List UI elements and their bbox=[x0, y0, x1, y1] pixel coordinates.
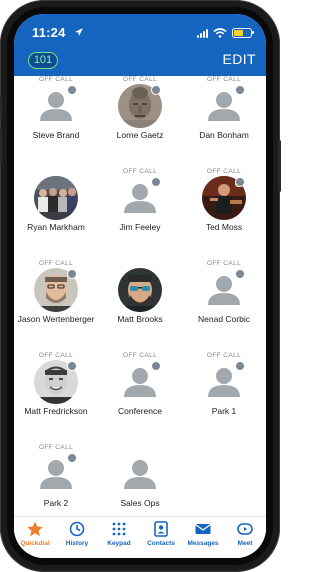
contact-tile[interactable]: Ryan Markham bbox=[14, 168, 98, 260]
battery-icon bbox=[232, 28, 254, 38]
avatar bbox=[34, 360, 78, 404]
contact-tile[interactable]: OFF CALL Conference bbox=[98, 352, 182, 444]
avatar bbox=[118, 360, 162, 404]
contact-tile[interactable]: OFF CALL Lorne Gaetz bbox=[98, 76, 182, 168]
tab-label: Quickdial bbox=[20, 540, 50, 547]
tab-bar: Quickdial History Keypad Contacts Messages Me… bbox=[14, 516, 266, 558]
avatar bbox=[202, 268, 246, 312]
avatar bbox=[34, 176, 78, 220]
off-call-status: OFF CALL bbox=[38, 76, 74, 83]
contact-tile[interactable]: OFF CALL Matt Fredrickson bbox=[14, 352, 98, 444]
clock-icon bbox=[56, 521, 98, 537]
avatar bbox=[118, 84, 162, 128]
tab-contacts[interactable]: Contacts bbox=[140, 521, 182, 555]
presence-dot-icon bbox=[67, 361, 77, 371]
avatar bbox=[118, 452, 162, 496]
video-camera-icon bbox=[224, 521, 266, 537]
contact-photo bbox=[118, 268, 162, 312]
avatar bbox=[118, 176, 162, 220]
avatar bbox=[34, 268, 78, 312]
presence-dot-icon bbox=[67, 453, 77, 463]
contact-tile[interactable]: OFF CALL Ted Moss bbox=[182, 168, 266, 260]
contact-name: Ryan Markham bbox=[27, 222, 85, 232]
avatar bbox=[34, 452, 78, 496]
screen: 11:24 101 EDIT OFF CALL Steve Brand OFF … bbox=[14, 14, 266, 558]
off-call-status: OFF CALL bbox=[38, 352, 74, 359]
contact-name: Lorne Gaetz bbox=[116, 130, 164, 140]
keypad-icon bbox=[98, 521, 140, 537]
contact-tile[interactable]: OFF CALL Jason Wertenberger bbox=[14, 260, 98, 352]
presence-dot-icon bbox=[151, 177, 161, 187]
count-badge[interactable]: 101 bbox=[28, 52, 58, 69]
tab-label: Meet bbox=[237, 540, 253, 547]
presence-dot-icon bbox=[151, 361, 161, 371]
off-call-status: OFF CALL bbox=[38, 444, 74, 451]
star-icon bbox=[14, 521, 56, 537]
presence-dot-icon bbox=[235, 85, 245, 95]
contact-name: Jim Feeley bbox=[119, 222, 161, 232]
avatar bbox=[202, 176, 246, 220]
off-call-status: OFF CALL bbox=[122, 76, 158, 83]
contact-photo bbox=[34, 176, 78, 220]
presence-dot-icon bbox=[67, 269, 77, 279]
edit-button[interactable]: EDIT bbox=[223, 51, 257, 67]
tab-meet[interactable]: Meet bbox=[224, 521, 266, 555]
presence-dot-icon bbox=[235, 269, 245, 279]
contact-tile[interactable]: OFF CALL Steve Brand bbox=[14, 76, 98, 168]
avatar bbox=[202, 84, 246, 128]
tab-history[interactable]: History bbox=[56, 521, 98, 555]
tab-label: History bbox=[65, 540, 89, 547]
tab-keypad[interactable]: Keypad bbox=[98, 521, 140, 555]
tab-quickdial[interactable]: Quickdial bbox=[14, 521, 56, 555]
side-button bbox=[0, 96, 2, 118]
contact-tile[interactable]: Matt Brooks bbox=[98, 260, 182, 352]
contact-tile[interactable]: OFF CALL Jim Feeley bbox=[98, 168, 182, 260]
contact-name: Sales Ops bbox=[120, 498, 160, 508]
contact-name: Ted Moss bbox=[205, 222, 243, 232]
side-button bbox=[278, 140, 281, 192]
contact-name: Park 1 bbox=[211, 406, 237, 416]
person-placeholder-icon bbox=[118, 452, 162, 496]
avatar bbox=[34, 84, 78, 128]
side-button bbox=[0, 128, 2, 164]
contact-name: Nenad Corbic bbox=[198, 314, 250, 324]
tab-label: Contacts bbox=[147, 540, 175, 547]
tab-label: Messages bbox=[187, 540, 219, 547]
contact-tile[interactable]: OFF CALL Dan Bonham bbox=[182, 76, 266, 168]
presence-dot-icon bbox=[151, 85, 161, 95]
presence-dot-icon bbox=[235, 361, 245, 371]
tab-messages[interactable]: Messages bbox=[182, 521, 224, 555]
contact-name: Jason Wertenberger bbox=[17, 314, 95, 324]
presence-dot-icon bbox=[235, 177, 245, 187]
status-time: 11:24 bbox=[32, 25, 66, 40]
off-call-status: OFF CALL bbox=[206, 260, 242, 267]
contact-tile[interactable]: OFF CALL Nenad Corbic bbox=[182, 260, 266, 352]
tab-label: Keypad bbox=[107, 540, 131, 547]
contact-card-icon bbox=[140, 521, 182, 537]
off-call-status: OFF CALL bbox=[206, 168, 242, 175]
contact-tile[interactable]: OFF CALL Park 1 bbox=[182, 352, 266, 444]
avatar bbox=[202, 360, 246, 404]
contact-name: Matt Fredrickson bbox=[24, 406, 88, 416]
avatar bbox=[118, 268, 162, 312]
off-call-status: OFF CALL bbox=[206, 352, 242, 359]
signal-icon bbox=[197, 28, 208, 38]
contact-name: Dan Bonham bbox=[199, 130, 249, 140]
presence-dot-icon bbox=[67, 85, 77, 95]
contact-name: Matt Brooks bbox=[117, 314, 163, 324]
location-arrow-icon bbox=[75, 28, 83, 36]
phone-frame: 11:24 101 EDIT OFF CALL Steve Brand OFF … bbox=[0, 0, 281, 572]
off-call-status: OFF CALL bbox=[122, 352, 158, 359]
contact-name: Conference bbox=[118, 406, 162, 416]
off-call-status: OFF CALL bbox=[38, 260, 74, 267]
wifi-icon bbox=[213, 28, 227, 38]
quickdial-grid: OFF CALL Steve Brand OFF CALL Lorne Gaetz… bbox=[14, 76, 266, 510]
off-call-status: OFF CALL bbox=[206, 76, 242, 83]
off-call-status: OFF CALL bbox=[122, 168, 158, 175]
envelope-icon bbox=[182, 521, 224, 537]
contact-name: Steve Brand bbox=[32, 130, 80, 140]
header-bar: 11:24 101 EDIT bbox=[14, 14, 266, 76]
status-icons bbox=[197, 26, 254, 38]
contact-name: Park 2 bbox=[43, 498, 69, 508]
